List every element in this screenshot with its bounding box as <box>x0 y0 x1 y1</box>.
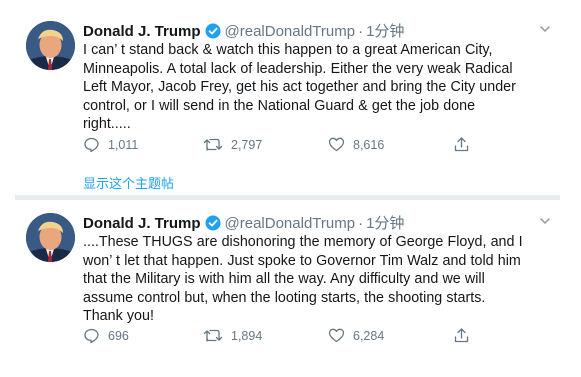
timeline: Donald J. Trump @realDonaldTrump · 1分钟 I ca… <box>15 8 560 355</box>
retweet-count: 2,797 <box>231 137 263 152</box>
separator-dot: · <box>358 215 364 232</box>
author-name[interactable]: Donald J. Trump <box>83 23 201 40</box>
tweet-actions: 1,011 2,797 8,616 <box>83 136 483 156</box>
timestamp[interactable]: 1分钟 <box>366 23 404 40</box>
share-icon <box>454 137 469 152</box>
heart-icon <box>328 137 345 152</box>
retweet-icon <box>203 329 223 342</box>
reply-icon <box>84 137 99 153</box>
tweet[interactable]: Donald J. Trump @realDonaldTrump · 1分钟 I ca… <box>15 8 560 195</box>
retweet-button[interactable]: 2,797 <box>203 136 262 153</box>
author-handle[interactable]: @realDonaldTrump <box>225 215 356 232</box>
tweet-header: Donald J. Trump @realDonaldTrump · 1分钟 <box>83 20 404 40</box>
author-handle[interactable]: @realDonaldTrump <box>225 23 356 40</box>
share-icon <box>454 328 469 343</box>
chevron-down-icon[interactable] <box>538 214 552 228</box>
tweet[interactable]: Donald J. Trump @realDonaldTrump · 1分钟 ....… <box>15 200 560 355</box>
tweet-actions: 696 1,894 6,284 <box>83 327 483 347</box>
timestamp[interactable]: 1分钟 <box>366 215 404 232</box>
tweet-header: Donald J. Trump @realDonaldTrump · 1分钟 <box>83 212 404 232</box>
chevron-down-icon[interactable] <box>538 22 552 36</box>
share-button[interactable] <box>453 136 478 153</box>
like-count: 6,284 <box>353 328 385 343</box>
tweet-text: I can’ t stand back & watch this happen … <box>83 42 516 132</box>
retweet-button[interactable]: 1,894 <box>203 327 262 344</box>
reply-icon <box>84 328 99 344</box>
retweet-icon <box>203 138 223 151</box>
verified-badge-icon <box>205 23 221 43</box>
like-button[interactable]: 6,284 <box>328 327 384 344</box>
tweet-text: ....These THUGS are dishonoring the memo… <box>83 234 523 324</box>
verified-badge-icon <box>205 215 221 235</box>
retweet-count: 1,894 <box>231 328 263 343</box>
reply-button[interactable]: 696 <box>83 327 129 344</box>
like-button[interactable]: 8,616 <box>328 136 384 153</box>
separator-dot: · <box>358 23 364 40</box>
heart-icon <box>328 328 345 343</box>
reply-count: 1,011 <box>108 137 139 152</box>
reply-count: 696 <box>108 328 129 343</box>
avatar[interactable] <box>26 213 75 262</box>
avatar[interactable] <box>26 21 75 70</box>
share-button[interactable] <box>453 327 478 344</box>
like-count: 8,616 <box>353 137 385 152</box>
reply-button[interactable]: 1,011 <box>83 136 138 153</box>
show-thread-link[interactable]: 显示这个主题帖 <box>83 173 174 192</box>
author-name[interactable]: Donald J. Trump <box>83 215 201 232</box>
